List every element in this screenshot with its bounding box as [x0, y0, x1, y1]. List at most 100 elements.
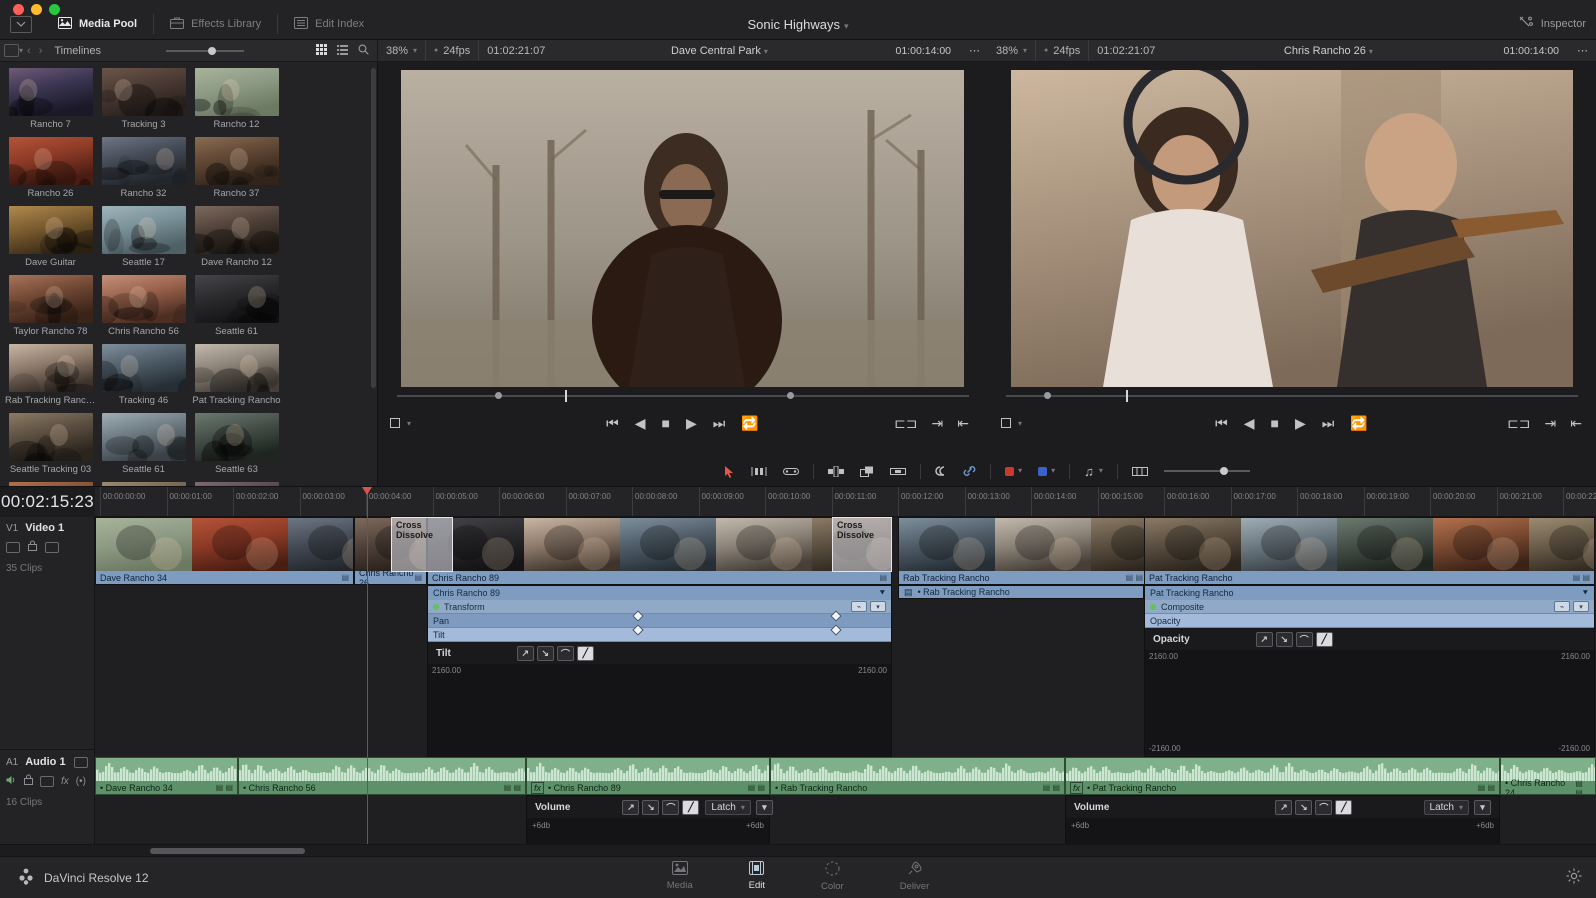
track-header-v1[interactable]: V1 Video 1 35 Clips	[0, 517, 94, 749]
keyframe-group-row[interactable]: Transform⌁▾	[428, 600, 891, 614]
project-settings-button[interactable]	[1566, 868, 1596, 887]
keyframe-menu-button[interactable]: ▾	[870, 601, 886, 612]
media-pool-thumbnail[interactable]: Tracking 46	[98, 344, 189, 406]
playhead-tracks[interactable]	[367, 517, 368, 844]
left-viewer-options-button[interactable]: ⋯	[961, 40, 988, 61]
media-pool-thumbnail[interactable]	[191, 482, 282, 486]
timeline-audio-clip[interactable]: fx• Pat Tracking Rancho▤ ▤	[1065, 757, 1500, 795]
media-pool-thumbnail[interactable]: Pat Tracking Rancho	[191, 344, 282, 406]
timeline-audio-clip[interactable]: • Dave Rancho 34▤ ▤	[95, 757, 238, 795]
timeline-viewer-image[interactable]	[1011, 70, 1573, 387]
jump-to-end-button[interactable]: ⏭	[713, 415, 726, 432]
keyframe-param-row[interactable]: Pan	[428, 614, 891, 628]
ease-out-button[interactable]: ↘	[1276, 632, 1293, 647]
keyframe-param-row[interactable]: Opacity	[1145, 614, 1594, 628]
timeline-audio-clip[interactable]: • Chris Rancho 56▤ ▤	[238, 757, 526, 795]
list-view-icon[interactable]	[337, 44, 348, 58]
selection-tool-icon[interactable]	[724, 465, 735, 478]
thumbnail-image[interactable]	[102, 137, 186, 185]
track-v1-auto-select-icon[interactable]	[45, 542, 59, 553]
media-pool-thumbnail[interactable]: Seattle 61	[98, 413, 189, 475]
track-v1-lock-icon[interactable]	[28, 540, 37, 554]
source-viewer-scrubber[interactable]	[397, 389, 969, 403]
bin-icon[interactable]	[4, 44, 19, 57]
thumbnail-image[interactable]	[195, 68, 279, 116]
track-a1-lock-icon[interactable]	[24, 774, 33, 788]
thumbnail-image[interactable]	[9, 482, 93, 486]
loop-button[interactable]: 🔁	[741, 415, 758, 432]
keyframe-group-row[interactable]: Composite⌁▾	[1145, 600, 1594, 614]
dynamic-trim-tool-icon[interactable]	[783, 467, 799, 476]
ease-in-out-button[interactable]: ⌒	[1315, 800, 1332, 815]
track-a1-keyframe-icon[interactable]: (•)	[76, 776, 86, 787]
track-header-a1[interactable]: A1 Audio 1 fx (•)	[0, 749, 94, 808]
window-traffic-lights[interactable]	[4, 4, 60, 15]
media-pool-thumbnail[interactable]: Rancho 12	[191, 68, 282, 130]
stop-button[interactable]: ■	[1271, 415, 1279, 431]
blade-edit-mode-icon[interactable]	[828, 466, 844, 477]
linear-button[interactable]: ╱	[577, 646, 594, 661]
mark-in-out-button[interactable]: ⊏⊐	[894, 415, 917, 432]
timeline-view-options-icon[interactable]	[1132, 467, 1148, 476]
timeline-audio-clip[interactable]: • Rab Tracking Rancho▤ ▤	[770, 757, 1065, 795]
timeline-audio-clip[interactable]: • Chris Rancho 24▤ ▤	[1500, 757, 1596, 795]
tab-edit-index[interactable]: Edit Index	[278, 11, 380, 37]
linear-button[interactable]: ╱	[1335, 800, 1352, 815]
media-pool-thumbnail[interactable]: Seattle Tracking 03	[5, 413, 96, 475]
inspector-toggle[interactable]: Inspector	[1519, 16, 1596, 32]
thumbnail-image[interactable]	[9, 137, 93, 185]
media-pool-thumbnail[interactable]: Dave Central Park	[98, 482, 189, 486]
ease-out-button[interactable]: ↘	[537, 646, 554, 661]
keyframe-editor-panel[interactable]: Chris Rancho 89⯆Transform⌁▾PanTiltTilt ↗…	[427, 585, 892, 757]
curve-graph[interactable]: 2160.00 2160.00 -2160.00 -2160.00	[428, 664, 891, 769]
jump-to-end-button[interactable]: ⏭	[1322, 415, 1335, 432]
audio-curve-panel[interactable]: Volume ↗ ↘ ⌒ ╱ Latch▾ ▾ +6db +6db	[1065, 795, 1500, 844]
media-pool-scrollbar[interactable]	[371, 68, 376, 388]
media-pool-thumbnail[interactable]: Rancho 7	[5, 68, 96, 130]
right-viewer-options-button[interactable]: ⋯	[1569, 40, 1596, 61]
close-window-button[interactable]	[13, 4, 24, 15]
keyframe-param-row[interactable]: Tilt	[428, 628, 891, 642]
automation-mode-select[interactable]: Latch▾	[705, 800, 750, 815]
timeline-ruler[interactable]: 00:00:00:0000:00:01:0000:00:02:0000:00:0…	[95, 487, 1596, 517]
mark-in-out-button[interactable]: ⊏⊐	[1507, 415, 1530, 432]
source-view-mode-button[interactable]: ▾	[390, 418, 411, 428]
flag-clip-icon[interactable]	[890, 466, 906, 477]
ease-out-button[interactable]: ↘	[642, 800, 659, 815]
ease-in-out-button[interactable]: ⌒	[1296, 632, 1313, 647]
trim-edit-tool-icon[interactable]	[751, 466, 767, 477]
search-icon[interactable]	[358, 44, 369, 58]
thumbnail-image[interactable]	[195, 344, 279, 392]
flag-color-button[interactable]: ▾	[1038, 467, 1055, 476]
chevron-down-icon[interactable]: ▾	[844, 21, 849, 31]
timeline-video-clip[interactable]: Rab Tracking Rancho▤ ▤	[898, 517, 1148, 585]
forward-button[interactable]: ›	[35, 45, 47, 57]
timeline-viewer-scrubber[interactable]	[1006, 389, 1578, 403]
minimize-window-button[interactable]	[31, 4, 42, 15]
thumbnail-image[interactable]	[102, 482, 186, 486]
tab-effects-library[interactable]: Effects Library	[154, 11, 277, 37]
track-a1-auto-select-icon[interactable]	[40, 776, 54, 787]
timeline-video-clip[interactable]: Pat Tracking Rancho▤ ▤	[1144, 517, 1595, 585]
left-viewer-source-name[interactable]: Dave Central Park ▾	[553, 45, 885, 57]
ease-in-button[interactable]: ↗	[1256, 632, 1273, 647]
thumbnail-image[interactable]	[195, 482, 279, 486]
page-button-deliver[interactable]: Deliver	[900, 861, 930, 894]
timeline-audio-clip[interactable]: fx• Chris Rancho 89▤ ▤	[526, 757, 770, 795]
page-button-edit[interactable]: Edit	[749, 861, 765, 894]
ease-in-button[interactable]: ↗	[1275, 800, 1292, 815]
keyframe-nav-button[interactable]: ⌁	[1554, 601, 1570, 612]
media-pool-thumbnail[interactable]: Tracking 3	[98, 68, 189, 130]
ease-in-button[interactable]: ↗	[622, 800, 639, 815]
audio-waveform-button[interactable]: ♫▾	[1084, 465, 1103, 478]
page-button-color[interactable]: Color	[821, 861, 844, 894]
thumbnail-image[interactable]	[195, 275, 279, 323]
thumbnail-image[interactable]	[9, 68, 93, 116]
workspace-toggle-button[interactable]	[10, 16, 32, 33]
automation-menu-button[interactable]: ▾	[756, 800, 773, 815]
keyframe-panel-clip-name[interactable]: ▤• Rab Tracking Rancho	[898, 585, 1144, 599]
track-a1-fx-icon[interactable]: fx	[61, 776, 69, 787]
timecode-display[interactable]: 00:02:15:23	[0, 487, 95, 517]
linear-button[interactable]: ╱	[682, 800, 699, 815]
page-title[interactable]: Sonic Highways	[747, 17, 840, 32]
